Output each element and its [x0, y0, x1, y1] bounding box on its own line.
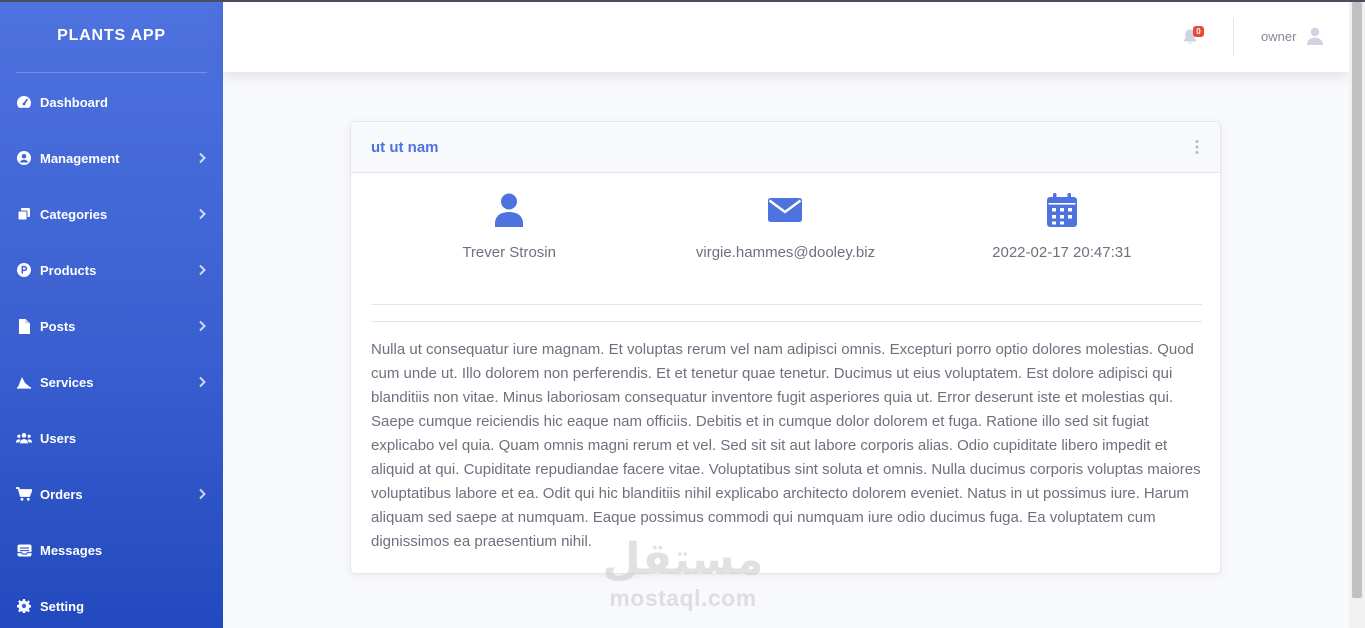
user-icon [495, 193, 524, 227]
sidebar-item-categories[interactable]: Categories [0, 186, 223, 242]
sidebar-item-users[interactable]: Users [0, 410, 223, 466]
page-scrollbar[interactable] [1349, 0, 1365, 628]
envelope-icon [768, 198, 803, 222]
sidebar-item-label: Setting [40, 598, 85, 614]
author-info: Trever Strosin [371, 193, 647, 265]
author-name: Trever Strosin [462, 244, 556, 261]
user-avatar-icon[interactable] [1307, 27, 1323, 45]
topbar-divider [1233, 18, 1234, 56]
gear-icon [16, 598, 32, 614]
calendar-icon [1046, 193, 1077, 227]
brand-title[interactable]: PLANTS APP [0, 0, 223, 72]
sidebar-item-label: Orders [40, 486, 83, 502]
info-row: Trever Strosin virgie.hammes@dooley.biz … [351, 193, 1220, 265]
detail-card: ut ut nam Trever Strosin virgie.hammes@d… [350, 121, 1221, 574]
tachometer-icon [16, 94, 32, 110]
sidebar-item-label: Posts [40, 318, 76, 334]
card-header: ut ut nam [351, 122, 1220, 173]
post-description: Nulla ut consequatur iure magnam. Et vol… [371, 341, 1201, 550]
sidebar-item-setting[interactable]: Setting [0, 578, 223, 628]
sidebar-item-label: Management [40, 150, 120, 166]
sidebar-item-label: Categories [40, 206, 108, 222]
chevron-right-icon [199, 320, 206, 332]
services-icon [16, 374, 32, 390]
chevron-right-icon [199, 264, 206, 276]
sidebar-item-management[interactable]: Management [0, 130, 223, 186]
inbox-icon [16, 542, 32, 558]
chevron-right-icon [199, 488, 206, 500]
copy-icon [16, 206, 32, 222]
cart-icon [16, 486, 32, 502]
separator [371, 321, 1202, 322]
user-circle-icon [16, 150, 32, 166]
sidebar-divider [16, 72, 207, 73]
topbar: 0 owner [223, 0, 1349, 72]
chevron-right-icon [199, 376, 206, 388]
chevron-right-icon [199, 208, 206, 220]
sidebar-item-messages[interactable]: Messages [0, 522, 223, 578]
date-text: 2022-02-17 20:47:31 [992, 244, 1132, 261]
scrollbar-thumb[interactable] [1352, 2, 1362, 598]
sidebar-item-label: Users [40, 430, 77, 446]
date-info: 2022-02-17 20:47:31 [924, 193, 1200, 265]
email-info: virgie.hammes@dooley.biz [647, 193, 923, 265]
card-title: ut ut nam [371, 138, 439, 156]
email-text: virgie.hammes@dooley.biz [695, 244, 876, 261]
users-icon [16, 430, 32, 446]
sidebar-item-dashboard[interactable]: Dashboard [0, 74, 223, 130]
sidebar-item-label: Products [40, 262, 97, 278]
product-coin-icon [16, 262, 32, 278]
more-options-icon[interactable] [1194, 139, 1200, 155]
sidebar-nav: Dashboard Management Categories Products [0, 74, 223, 628]
sidebar-item-label: Services [40, 374, 94, 390]
window-top-border [0, 0, 1365, 2]
notification-count-badge: 0 [1193, 26, 1204, 37]
sidebar-item-posts[interactable]: Posts [0, 298, 223, 354]
sidebar: PLANTS APP Dashboard Management Categori… [0, 0, 223, 628]
file-icon [16, 318, 32, 334]
sidebar-item-label: Messages [40, 542, 103, 558]
sidebar-item-products[interactable]: Products [0, 242, 223, 298]
user-name[interactable]: owner [1261, 29, 1296, 44]
sidebar-item-orders[interactable]: Orders [0, 466, 223, 522]
separator [371, 304, 1202, 305]
watermark-latin: mostaql.com [609, 585, 757, 611]
sidebar-item-label: Dashboard [40, 94, 108, 110]
chevron-right-icon [199, 152, 206, 164]
sidebar-item-services[interactable]: Services [0, 354, 223, 410]
